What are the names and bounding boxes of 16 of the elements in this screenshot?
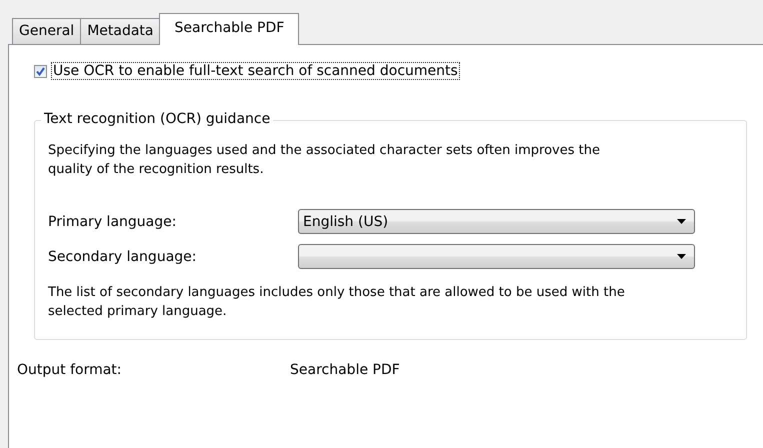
tab[interactable]: General bbox=[12, 18, 82, 44]
dropdown[interactable]: English (US) bbox=[298, 209, 695, 234]
field-label: Primary language: bbox=[48, 214, 178, 230]
note-text: The list of secondary languages includes only those that are allowed to be used with the selected primary language. bbox=[48, 284, 626, 321]
dropdown-arrow-icon bbox=[677, 219, 686, 224]
field-label: Secondary language: bbox=[48, 248, 198, 264]
output-value: Searchable PDF bbox=[290, 362, 400, 378]
dropdown[interactable] bbox=[298, 244, 695, 269]
dropdown-arrow-icon bbox=[677, 254, 686, 259]
description-text: Specifying the languages used and the associated character sets often improves the quality of the recognition results. bbox=[48, 142, 601, 179]
group-title: Text recognition (OCR) guidance bbox=[41, 111, 274, 127]
checkbox[interactable] bbox=[34, 64, 47, 78]
tab[interactable]: Searchable PDF bbox=[159, 13, 300, 45]
tab[interactable]: Metadata bbox=[80, 18, 160, 44]
checkbox-label[interactable]: Use OCR to enable full-text search of scanned documents bbox=[51, 62, 460, 80]
output-label: Output format: bbox=[17, 362, 123, 378]
